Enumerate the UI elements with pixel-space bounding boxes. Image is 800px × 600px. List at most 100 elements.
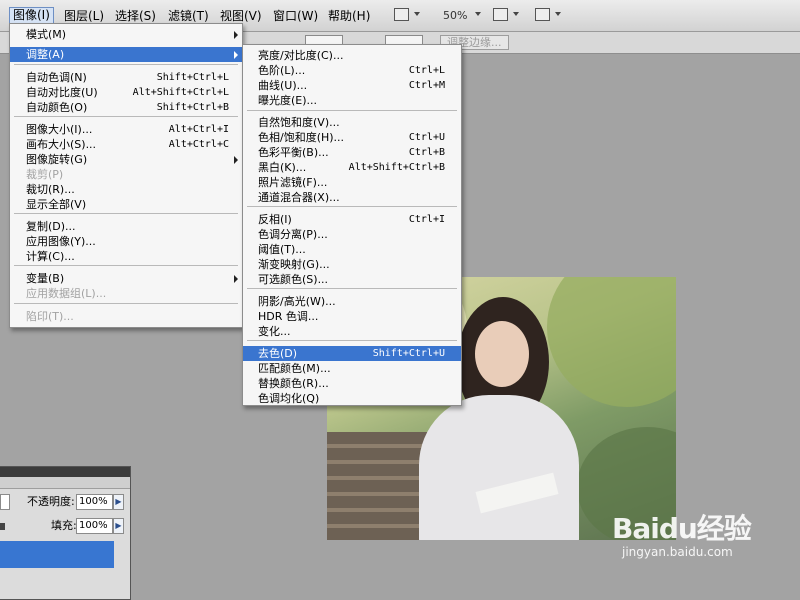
screen-mode-icon[interactable]	[394, 8, 409, 21]
watermark-logo: Baidu经验	[612, 512, 752, 545]
menu-item-selective-color[interactable]: 可选颜色(S)...	[243, 272, 461, 287]
menu-item-auto-tone[interactable]: 自动色调(N) Shift+Ctrl+L	[10, 70, 242, 85]
menu-window[interactable]: 窗口(W)	[270, 8, 321, 25]
menu-separator	[247, 288, 457, 289]
menu-item-adjustments[interactable]: 调整(A)	[10, 47, 242, 62]
menu-item-label: 阈值(T)...	[258, 243, 306, 256]
menu-item-equalize[interactable]: 色调均化(Q)	[243, 391, 461, 406]
selected-layer-row[interactable]	[0, 541, 114, 568]
menu-item-shadows-highlights[interactable]: 阴影/高光(W)...	[243, 294, 461, 309]
fill-row: 填充: 100% ▶	[0, 518, 131, 536]
menu-separator	[247, 340, 457, 341]
menu-item-label: 色调均化(Q)	[258, 392, 320, 405]
menu-item-shortcut: Ctrl+I	[408, 214, 445, 225]
menu-item-shortcut: Alt+Shift+Ctrl+L	[132, 87, 229, 98]
menu-item-threshold[interactable]: 阈值(T)...	[243, 242, 461, 257]
menu-item-label: 色彩平衡(B)...	[258, 146, 329, 159]
blend-mode-select[interactable]	[0, 494, 10, 510]
menu-separator	[247, 206, 457, 207]
menu-item-label: 应用图像(Y)...	[26, 235, 96, 248]
menu-item-photo-filter[interactable]: 照片滤镜(F)...	[243, 175, 461, 190]
menu-item-shortcut: Shift+Ctrl+L	[156, 72, 229, 83]
menu-separator	[247, 110, 457, 111]
chevron-down-icon[interactable]	[414, 12, 420, 16]
menu-item-label: 变量(B)	[26, 272, 65, 285]
menu-item-image-rotation[interactable]: 图像旋转(G)	[10, 152, 242, 167]
menu-item-shortcut: Alt+Ctrl+I	[168, 124, 229, 135]
opacity-field[interactable]: 100%	[76, 494, 113, 510]
panel-tabs[interactable]	[0, 477, 130, 489]
menu-item-shortcut: Shift+Ctrl+B	[156, 102, 229, 113]
menu-item-black-white[interactable]: 黑白(K)... Alt+Shift+Ctrl+B	[243, 160, 461, 175]
menu-item-label: 计算(C)...	[26, 250, 75, 263]
fill-field[interactable]: 100%	[76, 518, 113, 534]
photo-foliage	[547, 277, 676, 407]
menu-item-image-size[interactable]: 图像大小(I)... Alt+Ctrl+I	[10, 122, 242, 137]
menu-help[interactable]: 帮助(H)	[325, 8, 373, 25]
menu-item-trap[interactable]: 陷印(T)...	[10, 309, 242, 324]
watermark-url: jingyan.baidu.com	[622, 545, 733, 559]
menu-item-duplicate[interactable]: 复制(D)...	[10, 219, 242, 234]
menu-item-brightness-contrast[interactable]: 亮度/对比度(C)...	[243, 48, 461, 63]
menu-item-color-balance[interactable]: 色彩平衡(B)... Ctrl+B	[243, 145, 461, 160]
menu-item-apply-data-set[interactable]: 应用数据组(L)...	[10, 286, 242, 301]
menu-item-label: 去色(D)	[258, 347, 298, 360]
lock-icon[interactable]	[0, 523, 5, 530]
menu-item-hdr-toning[interactable]: HDR 色调...	[243, 309, 461, 324]
menu-item-label: HDR 色调...	[258, 310, 319, 323]
chevron-down-icon[interactable]	[475, 12, 481, 16]
menu-item-levels[interactable]: 色阶(L)... Ctrl+L	[243, 63, 461, 78]
menu-separator	[14, 64, 238, 65]
zoom-level[interactable]: 50%	[443, 9, 467, 22]
panel-title-bar[interactable]	[0, 467, 130, 477]
menu-item-label: 黑白(K)...	[258, 161, 307, 174]
menu-item-shortcut: Ctrl+B	[408, 147, 445, 158]
chevron-down-icon[interactable]	[555, 12, 561, 16]
menu-item-curves[interactable]: 曲线(U)... Ctrl+M	[243, 78, 461, 93]
menu-item-canvas-size[interactable]: 画布大小(S)... Alt+Ctrl+C	[10, 137, 242, 152]
menu-item-shortcut: Ctrl+M	[408, 80, 445, 91]
menu-item-label: 模式(M)	[26, 28, 67, 41]
menu-item-shortcut: Ctrl+L	[408, 65, 445, 76]
menu-item-calculations[interactable]: 计算(C)...	[10, 249, 242, 264]
menu-item-label: 变化...	[258, 325, 291, 338]
menu-item-reveal-all[interactable]: 显示全部(V)	[10, 197, 242, 212]
menu-item-hue-saturation[interactable]: 色相/饱和度(H)... Ctrl+U	[243, 130, 461, 145]
menu-item-label: 曲线(U)...	[258, 79, 308, 92]
adjustments-submenu: 亮度/对比度(C)... 色阶(L)... Ctrl+L 曲线(U)... Ctrl+M…	[242, 44, 462, 406]
menu-item-label: 应用数据组(L)...	[26, 287, 107, 300]
photo-face	[475, 321, 529, 387]
menu-item-replace-color[interactable]: 替换颜色(R)...	[243, 376, 461, 391]
menu-item-invert[interactable]: 反相(I) Ctrl+I	[243, 212, 461, 227]
menu-item-auto-contrast[interactable]: 自动对比度(U) Alt+Shift+Ctrl+L	[10, 85, 242, 100]
chevron-down-icon[interactable]	[513, 12, 519, 16]
menu-item-exposure[interactable]: 曝光度(E)...	[243, 93, 461, 108]
menu-item-label: 匹配颜色(M)...	[258, 362, 331, 375]
submenu-arrow-icon	[234, 275, 238, 283]
menu-separator	[14, 213, 238, 214]
menu-image[interactable]: 图像(I)	[9, 7, 54, 24]
menu-item-label: 色相/饱和度(H)...	[258, 131, 345, 144]
menu-item-channel-mixer[interactable]: 通道混合器(X)...	[243, 190, 461, 205]
menu-item-variables[interactable]: 变量(B)	[10, 271, 242, 286]
screen-frame-icon[interactable]	[535, 8, 550, 21]
photo-dress	[419, 395, 579, 540]
opacity-arrow-icon[interactable]: ▶	[113, 494, 124, 510]
menu-item-apply-image[interactable]: 应用图像(Y)...	[10, 234, 242, 249]
arrange-documents-icon[interactable]	[493, 8, 508, 21]
menu-item-posterize[interactable]: 色调分离(P)...	[243, 227, 461, 242]
menu-item-desaturate[interactable]: 去色(D) Shift+Ctrl+U	[243, 346, 461, 361]
fill-arrow-icon[interactable]: ▶	[113, 518, 124, 534]
watermark: Baidu经验 jingyan.baidu.com	[612, 512, 752, 560]
menu-item-variations[interactable]: 变化...	[243, 324, 461, 339]
menu-item-gradient-map[interactable]: 渐变映射(G)...	[243, 257, 461, 272]
menu-item-crop[interactable]: 裁剪(P)	[10, 167, 242, 182]
menu-item-auto-color[interactable]: 自动颜色(O) Shift+Ctrl+B	[10, 100, 242, 115]
menu-item-label: 图像大小(I)...	[26, 123, 93, 136]
menu-item-match-color[interactable]: 匹配颜色(M)...	[243, 361, 461, 376]
menu-item-vibrance[interactable]: 自然饱和度(V)...	[243, 115, 461, 130]
menu-item-label: 替换颜色(R)...	[258, 377, 329, 390]
menu-item-shortcut: Alt+Shift+Ctrl+B	[348, 162, 445, 173]
menu-item-trim[interactable]: 裁切(R)...	[10, 182, 242, 197]
menu-item-mode[interactable]: 模式(M)	[10, 27, 242, 42]
